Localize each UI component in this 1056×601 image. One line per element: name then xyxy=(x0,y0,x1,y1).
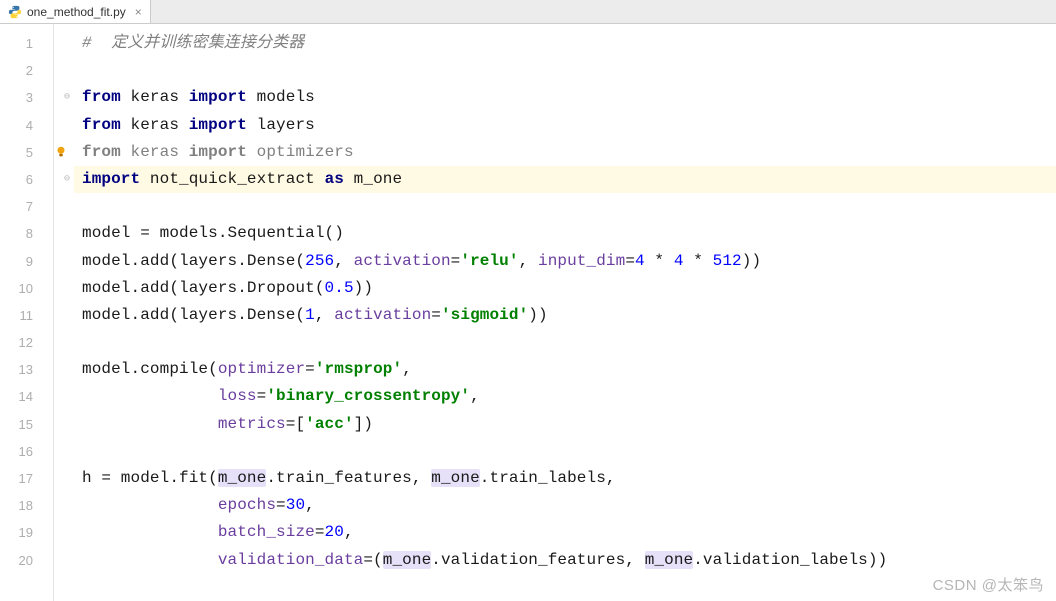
watermark-text: CSDN @太笨鸟 xyxy=(933,574,1044,595)
code-line: from keras import models xyxy=(74,84,1056,111)
line-number[interactable]: 12 xyxy=(0,329,53,356)
code-line: metrics=['acc']) xyxy=(74,411,1056,438)
tab-filename: one_method_fit.py xyxy=(27,5,126,19)
code-line: epochs=30, xyxy=(74,492,1056,519)
line-number[interactable]: 1 xyxy=(0,30,53,57)
line-number[interactable]: 11 xyxy=(0,302,53,329)
usage-highlight: m_one xyxy=(383,551,432,569)
line-number[interactable]: 7 xyxy=(0,193,53,220)
code-line: model.add(layers.Dropout(0.5)) xyxy=(74,275,1056,302)
line-number[interactable]: 16 xyxy=(0,438,53,465)
usage-highlight: m_one xyxy=(218,469,267,487)
line-number[interactable]: 20 xyxy=(0,547,53,574)
code-line: # 定义并训练密集连接分类器 xyxy=(74,30,1056,57)
usage-highlight: m_one xyxy=(645,551,694,569)
code-line xyxy=(74,193,1056,220)
line-number[interactable]: 9 xyxy=(0,248,53,275)
line-number-gutter: 1 2 3 4 5 6 7 8 9 10 11 12 13 14 15 16 1… xyxy=(0,24,54,601)
line-number[interactable]: 17 xyxy=(0,465,53,492)
editor: 1 2 3 4 5 6 7 8 9 10 11 12 13 14 15 16 1… xyxy=(0,24,1056,601)
code-line: from keras import optimizers xyxy=(74,139,1056,166)
code-line: model.add(layers.Dense(256, activation='… xyxy=(74,248,1056,275)
fold-icon[interactable]: ⊖ xyxy=(62,93,72,103)
line-number[interactable]: 15 xyxy=(0,411,53,438)
python-file-icon xyxy=(8,5,22,19)
code-line: model = models.Sequential() xyxy=(74,220,1056,247)
fold-icon[interactable]: ⊖ xyxy=(62,175,72,185)
line-number[interactable]: 13 xyxy=(0,356,53,383)
code-line: from keras import layers xyxy=(74,112,1056,139)
code-line: batch_size=20, xyxy=(74,519,1056,546)
tab-bar: one_method_fit.py × xyxy=(0,0,1056,24)
usage-highlight: m_one xyxy=(431,469,480,487)
file-tab[interactable]: one_method_fit.py × xyxy=(0,0,151,23)
close-icon[interactable]: × xyxy=(135,5,142,19)
code-line xyxy=(74,438,1056,465)
line-number[interactable]: 10 xyxy=(0,275,53,302)
code-line: loss='binary_crossentropy', xyxy=(74,383,1056,410)
line-number[interactable]: 3 xyxy=(0,84,53,111)
line-number[interactable]: 2 xyxy=(0,57,53,84)
code-line: model.add(layers.Dense(1, activation='si… xyxy=(74,302,1056,329)
code-line xyxy=(74,57,1056,84)
line-number[interactable]: 14 xyxy=(0,383,53,410)
line-number[interactable]: 4 xyxy=(0,112,53,139)
code-line xyxy=(74,329,1056,356)
gutter-marker-strip: ⊖ ⊖ xyxy=(54,24,74,601)
code-line: validation_data=(m_one.validation_featur… xyxy=(74,547,1056,574)
code-line: h = model.fit(m_one.train_features, m_on… xyxy=(74,465,1056,492)
line-number[interactable]: 5 xyxy=(0,139,53,166)
code-line: model.compile(optimizer='rmsprop', xyxy=(74,356,1056,383)
line-number[interactable]: 19 xyxy=(0,519,53,546)
line-number[interactable]: 8 xyxy=(0,220,53,247)
intention-bulb-icon[interactable] xyxy=(54,145,68,159)
line-number[interactable]: 18 xyxy=(0,492,53,519)
code-area[interactable]: # 定义并训练密集连接分类器 from keras import models … xyxy=(74,24,1056,601)
line-number[interactable]: 6 xyxy=(0,166,53,193)
code-line-active: import not_quick_extract as m_one xyxy=(74,166,1056,193)
